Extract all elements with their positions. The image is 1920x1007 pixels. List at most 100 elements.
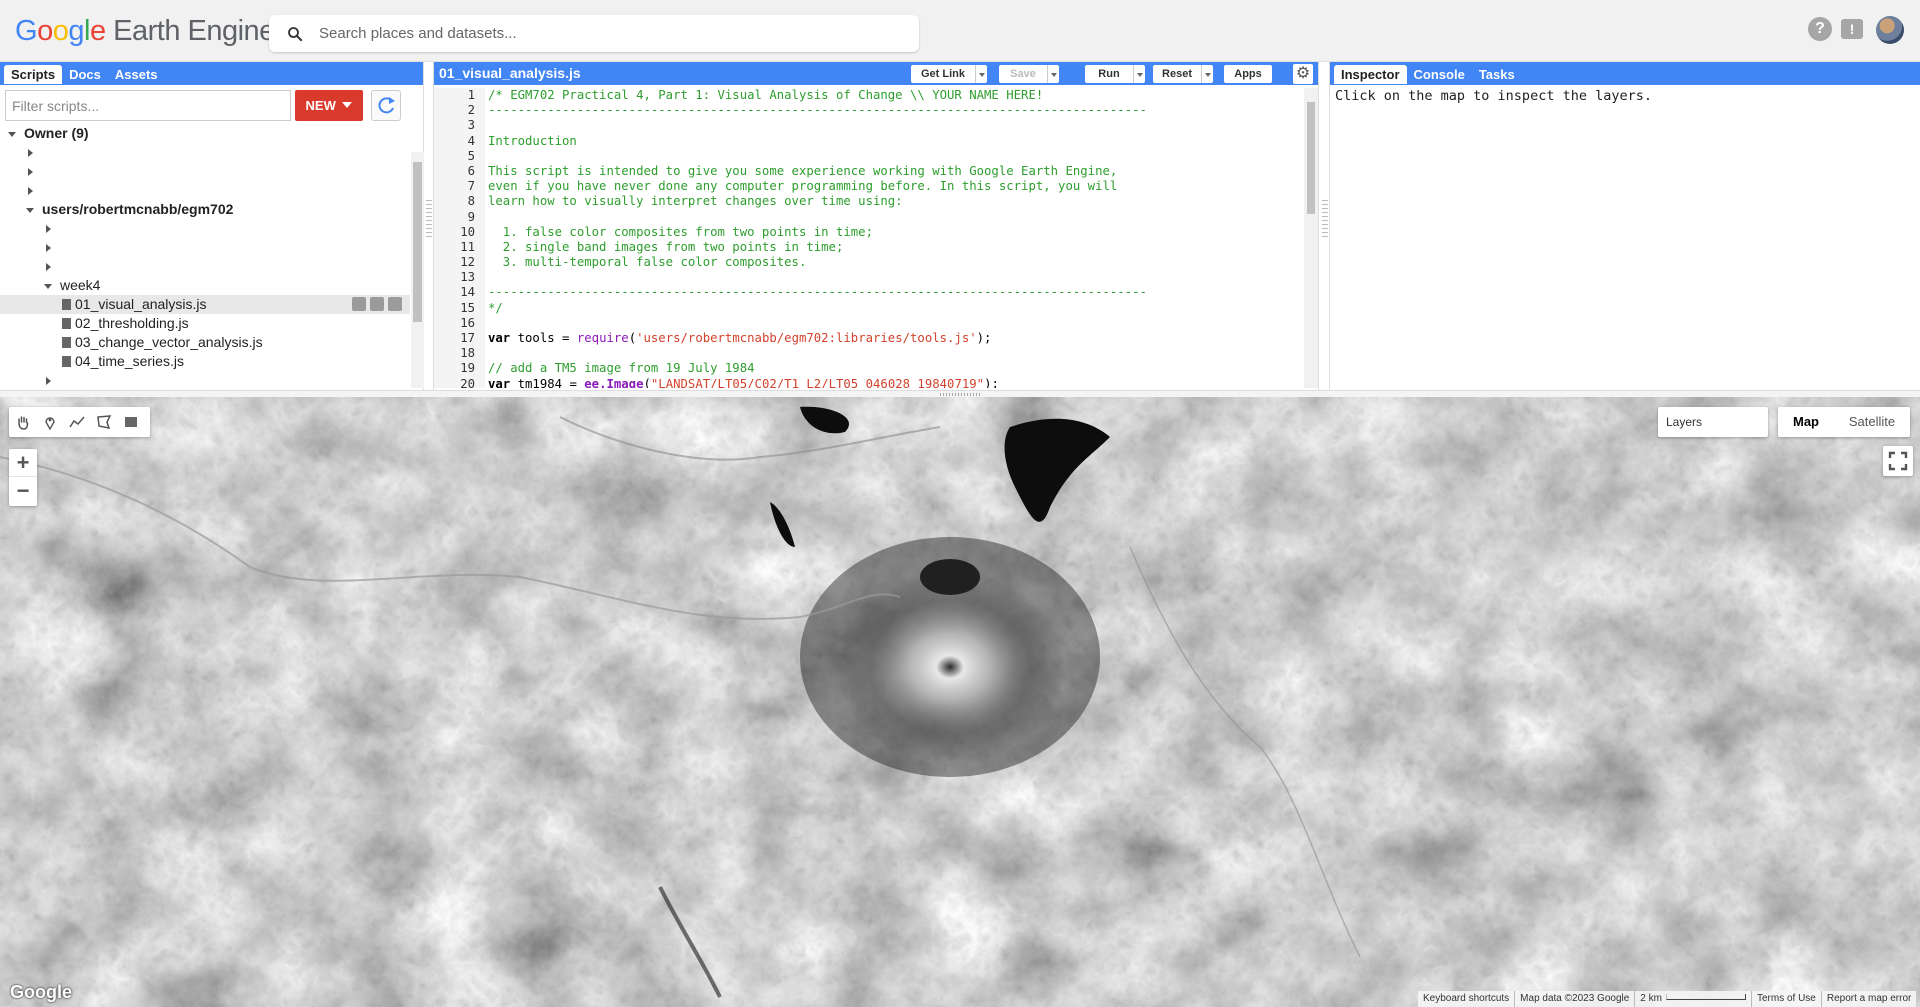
tree-folder-item[interactable]: Owner (9) <box>0 124 410 143</box>
line-number: 14 <box>460 285 475 300</box>
map-splitter[interactable] <box>0 390 1920 397</box>
save-button[interactable]: Save <box>999 65 1059 83</box>
chevron-right-icon[interactable] <box>46 225 410 234</box>
map-type-satellite-button[interactable]: Satellite <box>1834 407 1910 437</box>
chevron-down-icon[interactable] <box>8 131 16 137</box>
line-number: 7 <box>467 179 475 194</box>
fullscreen-button[interactable] <box>1883 446 1913 476</box>
help-icon[interactable]: ? <box>1808 17 1832 41</box>
draw-polygon-icon[interactable] <box>96 414 112 430</box>
tree-folder-item[interactable]: users/robertmcnabb/egm702 <box>0 200 410 219</box>
run-button[interactable]: Run <box>1085 65 1145 83</box>
map-splitter-grip[interactable] <box>940 393 980 396</box>
code-token: tm1984 = <box>510 376 585 388</box>
search-input[interactable] <box>319 21 899 46</box>
chevron-right-icon[interactable] <box>46 377 410 386</box>
avatar[interactable] <box>1876 16 1904 44</box>
layers-dropdown[interactable]: Layers <box>1658 407 1768 437</box>
right-splitter-handle[interactable] <box>1322 200 1328 240</box>
scale-bar <box>1665 994 1746 1000</box>
scripts-panel: ScriptsDocsAssets NEW Owner (9) users/rob… <box>0 62 424 390</box>
code-token: 3. multi-temporal false color composites… <box>488 255 807 270</box>
reset-button[interactable]: Reset <box>1153 65 1213 83</box>
chevron-right-icon[interactable] <box>28 149 410 158</box>
script-file-item[interactable]: 02_thresholding.js <box>0 314 410 333</box>
chevron-right-icon[interactable] <box>46 244 410 253</box>
code-token: ----------------------------------------… <box>488 103 1147 118</box>
left-splitter-handle[interactable] <box>426 200 432 240</box>
reset-label: Reset <box>1162 68 1192 80</box>
search-box[interactable] <box>269 15 919 52</box>
search-icon <box>288 27 303 42</box>
zoom-out-button[interactable]: − <box>9 477 37 505</box>
reset-dropdown[interactable] <box>1201 65 1213 83</box>
code-editor[interactable]: 1 2 3 4 5 6 7 8 9 10 11 12 13 14 15 16 17 18 19 20 /* EGM70… <box>434 88 1320 388</box>
line-number: 18 <box>460 346 475 361</box>
scale-control[interactable]: 2 km <box>1634 991 1751 1007</box>
keyboard-shortcuts-link[interactable]: Keyboard shortcuts <box>1418 991 1514 1007</box>
add-marker-icon[interactable] <box>42 414 58 431</box>
tab-docs[interactable]: Docs <box>62 65 108 84</box>
history-icon[interactable] <box>352 297 366 311</box>
tree-folder-item[interactable]: week5 <box>0 371 410 386</box>
code-token: ); <box>976 331 992 345</box>
map-type-map-button[interactable]: Map <box>1778 407 1834 437</box>
get-link-button[interactable]: Get Link <box>911 65 987 83</box>
zoom-in-button[interactable]: + <box>9 449 37 477</box>
editor-scrollbar-thumb[interactable] <box>1307 102 1315 214</box>
line-number: 4 <box>467 133 475 148</box>
script-file-item[interactable]: 01_visual_analysis.js <box>0 295 410 314</box>
map-view[interactable]: + − Layers Map Satellite Google Keyboard… <box>0 397 1920 1007</box>
file-icon <box>62 337 71 348</box>
tree-folder-item[interactable]: users/robertmcnabb/algae <box>0 143 410 162</box>
tab-assets[interactable]: Assets <box>108 65 165 84</box>
code-content[interactable]: /* EGM702 Practical 4, Part 1: Visual An… <box>488 88 1288 388</box>
tree-folder-item[interactable]: libraries <box>0 219 410 238</box>
code-token: 'users/robertmcnabb/egm702:libraries/too… <box>636 331 977 345</box>
new-script-button[interactable]: NEW <box>295 90 363 121</box>
scrollbar-thumb[interactable] <box>413 162 422 322</box>
refresh-button[interactable] <box>371 90 401 121</box>
feedback-icon[interactable]: ! <box>1841 19 1863 39</box>
draw-rectangle-icon[interactable] <box>123 414 139 430</box>
code-token: /* EGM702 Practical 4, Part 1: Visual An… <box>488 88 1044 102</box>
satellite-imagery <box>0 397 1920 1007</box>
tree-folder-item[interactable]: samples <box>0 238 410 257</box>
gear-icon[interactable]: ⚙ <box>1293 64 1313 84</box>
editor-scrollbar[interactable] <box>1304 88 1318 388</box>
tree-folder-item[interactable]: week3 <box>0 257 410 276</box>
left-tabbar: Scripts Docs Assets <box>0 62 423 85</box>
chevron-right-icon[interactable] <box>28 168 410 177</box>
tab-inspector[interactable]: Inspector <box>1334 65 1407 84</box>
chevron-down-icon[interactable] <box>26 207 34 213</box>
apps-button[interactable]: Apps <box>1224 65 1272 83</box>
earth-engine-logo[interactable]: Google Earth Engine <box>15 15 275 48</box>
script-file-item[interactable]: 04_time_series.js <box>0 352 410 371</box>
draw-line-icon[interactable] <box>69 414 85 430</box>
tab-tasks[interactable]: Tasks <box>1472 65 1522 84</box>
chevron-right-icon[interactable] <box>28 187 410 196</box>
scripts-scrollbar[interactable] <box>411 152 424 388</box>
tab-console[interactable]: Console <box>1407 65 1472 84</box>
zoom-controls: + − <box>9 449 37 506</box>
chevron-down-icon[interactable] <box>44 283 52 289</box>
report-map-error-link[interactable]: Report a map error <box>1820 991 1916 1007</box>
filter-scripts-input[interactable] <box>5 90 291 121</box>
tab-scripts[interactable]: Scripts <box>4 65 63 84</box>
code-token: var <box>488 376 511 388</box>
file-icon <box>62 299 71 310</box>
chevron-right-icon[interactable] <box>46 263 410 272</box>
tree-folder-item[interactable]: users/robertmcnabb/ee <box>0 181 410 200</box>
delete-icon[interactable] <box>388 297 402 311</box>
code-token: var <box>488 331 511 345</box>
script-file-item[interactable]: 03_change_vector_analysis.js <box>0 333 410 352</box>
line-number: 19 <box>460 361 475 376</box>
get-link-dropdown[interactable] <box>975 65 987 83</box>
pan-hand-icon[interactable] <box>15 414 31 430</box>
tree-folder-item[interactable]: week4 <box>0 276 410 295</box>
tree-folder-item[interactable]: users/robertmcnabb/arcticdem <box>0 162 410 181</box>
save-dropdown[interactable] <box>1047 65 1059 83</box>
rename-icon[interactable] <box>370 297 384 311</box>
run-dropdown[interactable] <box>1133 65 1145 83</box>
terms-of-use-link[interactable]: Terms of Use <box>1750 991 1821 1007</box>
